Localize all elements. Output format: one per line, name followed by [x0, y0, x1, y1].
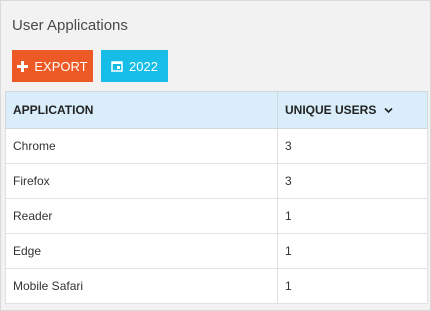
- table-row[interactable]: Chrome 3: [5, 128, 428, 164]
- cell-unique-users: 1: [277, 198, 428, 234]
- user-applications-panel: User Applications EXPORT 2022 APPLICATIO…: [0, 0, 431, 311]
- cell-unique-users: 1: [277, 233, 428, 269]
- column-header-unique-users-label: UNIQUE USERS: [285, 102, 377, 117]
- panel-title: User Applications: [12, 17, 128, 34]
- cell-application: Reader: [5, 198, 278, 234]
- cell-application: Edge: [5, 233, 278, 269]
- table-row[interactable]: Firefox 3: [5, 163, 428, 199]
- chevron-down-icon: [384, 103, 393, 117]
- column-header-unique-users[interactable]: UNIQUE USERS: [277, 91, 428, 129]
- applications-table: APPLICATION UNIQUE USERS Chrome 3 Firefo…: [5, 91, 428, 304]
- cell-application: Firefox: [5, 163, 278, 199]
- table-row[interactable]: Edge 1: [5, 233, 428, 269]
- column-header-application-label: APPLICATION: [13, 103, 94, 117]
- plus-icon: [17, 60, 29, 72]
- cell-unique-users: 3: [277, 128, 428, 164]
- column-header-application[interactable]: APPLICATION: [5, 91, 278, 129]
- export-button[interactable]: EXPORT: [12, 50, 93, 82]
- cell-unique-users: 1: [277, 268, 428, 304]
- table-row[interactable]: Mobile Safari 1: [5, 268, 428, 304]
- cell-application: Mobile Safari: [5, 268, 278, 304]
- year-picker-label: 2022: [129, 58, 158, 74]
- cell-unique-users: 3: [277, 163, 428, 199]
- year-picker-button[interactable]: 2022: [101, 50, 168, 82]
- export-button-label: EXPORT: [34, 58, 88, 74]
- cell-application: Chrome: [5, 128, 278, 164]
- table-row[interactable]: Reader 1: [5, 198, 428, 234]
- calendar-icon: [111, 60, 123, 72]
- table-header-row: APPLICATION UNIQUE USERS: [5, 91, 428, 129]
